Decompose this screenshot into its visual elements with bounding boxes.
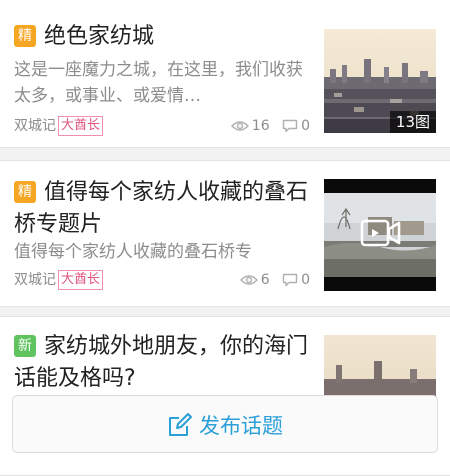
- new-badge: 新: [14, 335, 36, 357]
- topic-excerpt: 这是一座魔力之城，在这里，我们收获太多，或事业、或爱情…: [14, 60, 303, 106]
- topic-title-row: 新家纺城外地朋友，你的海门话能及格吗?: [14, 331, 310, 395]
- comment-bubble-icon: [282, 273, 298, 287]
- featured-badge: 精: [14, 25, 36, 47]
- publish-topic-button[interactable]: 发布话题: [12, 395, 438, 453]
- topic-stats: 6 0: [232, 269, 310, 291]
- comment-bubble-icon: [282, 119, 298, 133]
- author-name[interactable]: 双城记: [14, 115, 56, 137]
- topic-card[interactable]: 精绝色家纺城 这是一座魔力之城，在这里，我们收获太多，或事业、或爱情… 双城记 …: [0, 0, 450, 148]
- featured-badge: 精: [14, 181, 36, 203]
- topic-title-row: 精值得每个家纺人收藏的叠石桥专题片: [14, 177, 310, 241]
- publish-topic-content: 发布话题: [167, 410, 283, 440]
- comment-count: 0: [282, 115, 310, 137]
- topic-meta: 双城记 大酋长 16 0: [14, 115, 310, 137]
- image-count-label: 13图: [389, 111, 436, 133]
- author-name[interactable]: 双城记: [14, 269, 56, 291]
- topic-excerpt: 值得每个家纺人收藏的叠石桥专: [14, 242, 252, 262]
- topic-title[interactable]: 值得每个家纺人收藏的叠石桥专题片: [14, 180, 308, 237]
- author-rank-badge: 大酋长: [58, 270, 104, 290]
- topic-title-row: 精绝色家纺城: [14, 21, 310, 53]
- video-camera-icon: [360, 219, 401, 247]
- topic-title[interactable]: 家纺城外地朋友，你的海门话能及格吗?: [14, 334, 308, 391]
- view-count: 16: [230, 115, 270, 137]
- eye-icon: [239, 275, 258, 285]
- topic-card[interactable]: 精值得每个家纺人收藏的叠石桥专题片 值得每个家纺人收藏的叠石桥专 双城记 大酋长…: [0, 160, 450, 307]
- view-count: 6: [239, 269, 270, 291]
- eye-icon: [230, 121, 249, 131]
- author-rank-badge: 大酋长: [58, 116, 104, 136]
- topic-stats: 16 0: [223, 115, 310, 137]
- edit-pen-icon: [169, 413, 192, 436]
- publish-topic-label: 发布话题: [199, 414, 283, 438]
- video-thumbnail[interactable]: [324, 179, 436, 291]
- topic-title[interactable]: 绝色家纺城: [44, 24, 154, 49]
- comment-count: 0: [282, 269, 310, 291]
- topic-thumbnail[interactable]: 13图: [324, 29, 436, 133]
- topic-meta: 双城记 大酋长 6 0: [14, 269, 310, 291]
